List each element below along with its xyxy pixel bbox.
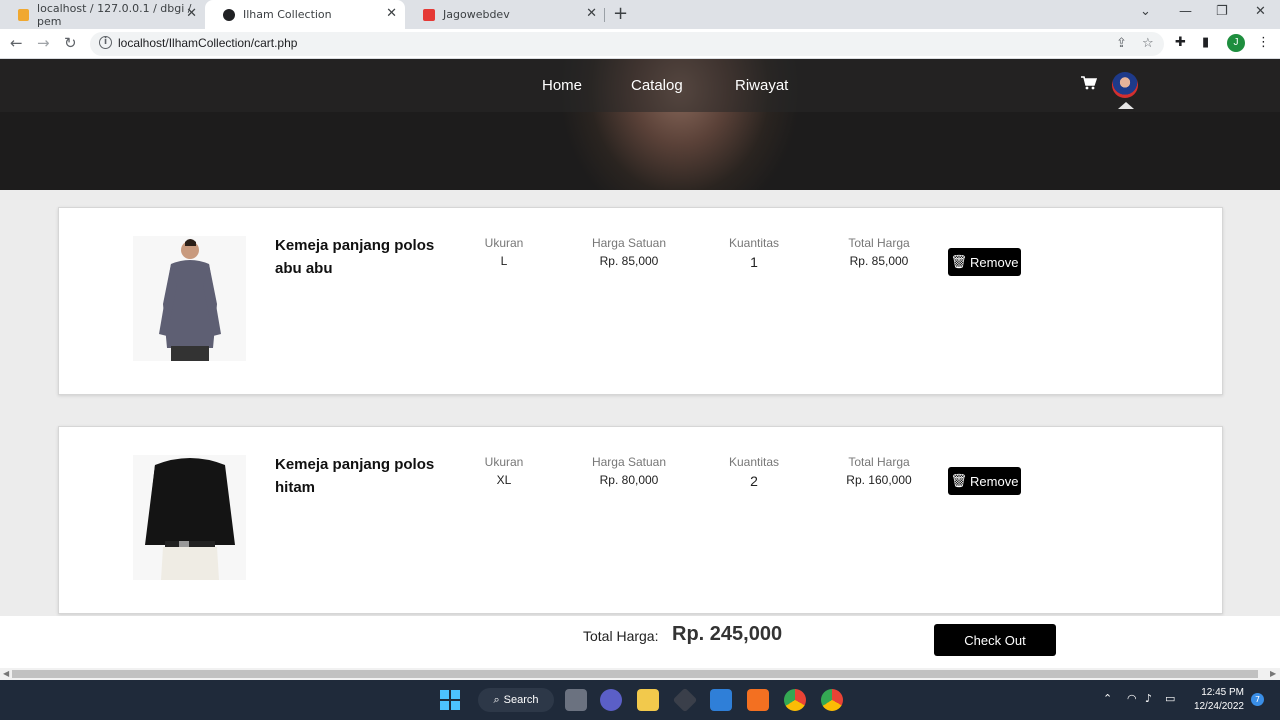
cart-item: Kemeja panjang polos hitam Ukuran XL Har… [58, 426, 1223, 614]
tab-phpmyadmin[interactable]: localhost / 127.0.0.1 / dbgi / pem ✕ [0, 0, 205, 29]
total-price-column: Total Harga Rp. 160,000 [846, 455, 912, 487]
close-tab-icon[interactable]: ✕ [186, 6, 197, 21]
nav-catalog[interactable]: Catalog [631, 77, 683, 94]
horizontal-scrollbar[interactable]: ◀ ▶ [0, 668, 1280, 680]
chrome-icon[interactable] [784, 689, 806, 711]
bookmark-star-icon[interactable]: ☆ [1142, 36, 1154, 51]
unit-price-column: Harga Satuan Rp. 80,000 [591, 455, 667, 487]
tab-ilham-collection[interactable]: Ilham Collection ✕ [205, 0, 405, 29]
tab-search-chevron-icon[interactable]: ⌄ [1140, 4, 1151, 19]
nav-home[interactable]: Home [542, 77, 582, 94]
wifi-icon[interactable]: ◠ [1127, 692, 1137, 705]
taskbar-clock[interactable]: 12:45 PM 12/24/2022 [1190, 686, 1244, 714]
unit-price-column: Harga Satuan Rp. 85,000 [591, 236, 667, 268]
cart-item: Kemeja panjang polos abu abu Ukuran L Ha… [58, 207, 1223, 395]
product-name: Kemeja panjang polos hitam [275, 456, 435, 496]
tab-title: Jagowebdev [443, 8, 510, 21]
avatar-dropdown-caret-icon [1118, 102, 1134, 109]
back-icon[interactable]: ← [10, 34, 23, 52]
site-info-icon[interactable]: i [99, 36, 112, 49]
tab-separator [604, 8, 605, 22]
time-text: 12:45 PM [1201, 687, 1244, 698]
cart-summary-bar: Total Harga: Rp. 245,000 Check Out [0, 616, 1280, 668]
checkout-button[interactable]: Check Out [934, 624, 1056, 656]
page-viewport: Home Catalog Riwayat Kemeja panjang polo… [0, 59, 1280, 668]
scroll-right-icon[interactable]: ▶ [1270, 669, 1276, 678]
size-column: Ukuran XL [484, 455, 524, 487]
reload-icon[interactable]: ↻ [64, 34, 77, 52]
url-text[interactable]: localhost/IlhamCollection/cart.php [118, 36, 297, 50]
new-tab-icon[interactable]: + [613, 3, 628, 24]
address-bar[interactable]: i localhost/IlhamCollection/cart.php ⇪ ☆ [90, 32, 1164, 56]
grand-total-value: Rp. 245,000 [672, 623, 783, 645]
menu-kebab-icon[interactable]: ⋮ [1257, 35, 1270, 50]
cart-icon[interactable] [1081, 76, 1097, 90]
side-panel-icon[interactable]: ▮ [1202, 35, 1209, 50]
nav-riwayat[interactable]: Riwayat [735, 77, 788, 94]
profile-avatar[interactable]: J [1227, 34, 1245, 52]
remove-button[interactable]: 🗑 Remove [948, 248, 1021, 276]
taskbar-search[interactable]: ⌕ Search [478, 688, 554, 712]
chrome-profile-icon[interactable] [821, 689, 843, 711]
xampp-icon[interactable] [747, 689, 769, 711]
quantity-column: Kuantitas 1 [728, 236, 780, 270]
date-text: 12/24/2022 [1193, 701, 1244, 712]
grand-total-label: Total Harga: [583, 628, 659, 644]
product-image [133, 455, 246, 580]
product-image [133, 236, 246, 361]
teams-chat-icon[interactable] [600, 689, 622, 711]
trash-icon: 🗑 [950, 473, 968, 488]
search-icon: ⌕ [493, 693, 500, 706]
windows-start-icon[interactable] [440, 690, 460, 710]
tab-title: localhost / 127.0.0.1 / dbgi / pem [37, 1, 192, 28]
windows-taskbar: ⌕ Search ⌃ ◠ ♪ ▭ 12:45 PM 12/24/2022 7 [0, 680, 1280, 720]
tab-title: Ilham Collection [243, 8, 332, 21]
jagowebdev-favicon-icon [423, 8, 435, 21]
size-column: Ukuran L [484, 236, 524, 268]
notification-badge[interactable]: 7 [1251, 693, 1264, 706]
extensions-puzzle-icon[interactable]: ✚ [1175, 35, 1186, 50]
scrollbar-thumb[interactable] [12, 670, 1258, 678]
task-view-icon[interactable] [565, 689, 587, 711]
trash-icon: 🗑 [950, 254, 968, 269]
vscode-icon[interactable] [710, 689, 732, 711]
user-avatar[interactable] [1112, 72, 1138, 98]
total-price-column: Total Harga Rp. 85,000 [848, 236, 910, 268]
minimize-icon[interactable]: — [1179, 4, 1192, 19]
battery-icon[interactable]: ▭ [1165, 692, 1175, 705]
tab-jagowebdev[interactable]: Jagowebdev ✕ [405, 0, 605, 29]
forward-icon[interactable]: → [37, 34, 50, 52]
scroll-left-icon[interactable]: ◀ [3, 669, 9, 678]
hero-banner: Home Catalog Riwayat [0, 59, 1280, 190]
close-tab-icon[interactable]: ✕ [386, 6, 397, 21]
remove-button[interactable]: 🗑 Remove [948, 467, 1021, 495]
product-name: Kemeja panjang polos abu abu [275, 237, 435, 277]
tray-chevron-up-icon[interactable]: ⌃ [1103, 692, 1112, 705]
close-window-icon[interactable]: ✕ [1255, 4, 1266, 19]
file-explorer-icon[interactable] [637, 689, 659, 711]
app-cube-icon[interactable] [672, 687, 698, 713]
phpmyadmin-favicon-icon [18, 8, 30, 21]
site-favicon-icon [223, 8, 235, 21]
browser-tab-strip: localhost / 127.0.0.1 / dbgi / pem ✕ Ilh… [0, 0, 1280, 29]
browser-toolbar: ← → ↻ i localhost/IlhamCollection/cart.p… [0, 29, 1280, 59]
quantity-column: Kuantitas 2 [728, 455, 780, 489]
maximize-icon[interactable]: ❐ [1216, 4, 1228, 19]
share-icon[interactable]: ⇪ [1116, 36, 1127, 51]
volume-icon[interactable]: ♪ [1145, 692, 1152, 705]
close-tab-icon[interactable]: ✕ [586, 6, 597, 21]
